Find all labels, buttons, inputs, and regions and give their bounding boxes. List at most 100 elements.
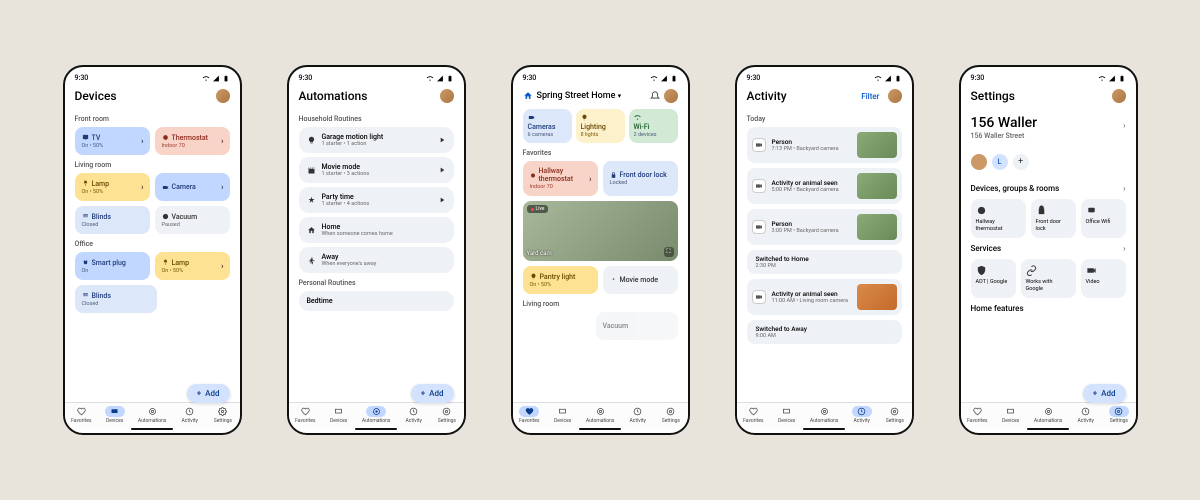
avatar[interactable] bbox=[1112, 89, 1126, 103]
phone-automations: 9:30 Automations Household Routines Gara… bbox=[287, 65, 466, 435]
phone-favorites: 9:30 Spring Street Home ▾ Cameras6 camer… bbox=[511, 65, 690, 435]
expand-icon[interactable]: ⛶ bbox=[664, 247, 674, 257]
nav-activity[interactable]: Activity bbox=[180, 406, 200, 424]
nav-settings[interactable]: Settings bbox=[885, 406, 905, 424]
nav-devices[interactable]: Devices bbox=[105, 406, 125, 424]
activity-animal-1[interactable]: Activity or animal seen5:00 PM • Backyar… bbox=[747, 168, 902, 204]
member-avatar[interactable] bbox=[971, 154, 987, 170]
add-member-button[interactable]: + bbox=[1013, 154, 1029, 170]
play-icon[interactable] bbox=[438, 136, 446, 144]
nav-automations[interactable]: Automations bbox=[362, 406, 391, 424]
avatar[interactable] bbox=[664, 89, 678, 103]
category-wifi[interactable]: Wi-Fi2 devices bbox=[629, 109, 678, 143]
device-office-wifi[interactable]: Office Wifi bbox=[1081, 199, 1126, 238]
personal-routines-label: Personal Routines bbox=[299, 279, 454, 287]
nav-favorites[interactable]: Favorites bbox=[519, 406, 539, 424]
nav-devices[interactable]: Devices bbox=[777, 406, 797, 424]
device-hallway-thermostat[interactable]: Hallway thermostat bbox=[971, 199, 1026, 238]
tile-smart-plug[interactable]: Smart plugOn bbox=[75, 252, 150, 280]
status-time: 9:30 bbox=[75, 74, 89, 82]
tile-vacuum[interactable]: VacuumPaused bbox=[155, 206, 230, 234]
nav-activity[interactable]: Activity bbox=[628, 406, 648, 424]
nav-activity[interactable]: Activity bbox=[404, 406, 424, 424]
header: Spring Street Home ▾ bbox=[513, 85, 688, 109]
tile-blinds[interactable]: BlindsClosed bbox=[75, 206, 150, 234]
nav-settings[interactable]: Settings bbox=[213, 406, 233, 424]
tile-blinds-office[interactable]: BlindsClosed bbox=[75, 285, 157, 313]
nav-settings[interactable]: Settings bbox=[437, 406, 457, 424]
nav-devices[interactable]: Devices bbox=[329, 406, 349, 424]
activity-person-1[interactable]: Person7:13 PM • Backyard camera bbox=[747, 127, 902, 163]
routine-garage[interactable]: Garage motion light1 starter • 1 action bbox=[299, 127, 454, 153]
tile-camera[interactable]: Camera› bbox=[155, 173, 230, 201]
service-adt[interactable]: ADT | Google bbox=[971, 259, 1016, 298]
category-lighting[interactable]: Lighting8 lights bbox=[576, 109, 625, 143]
routine-movie[interactable]: Movie mode1 starter • 3 actions bbox=[299, 157, 454, 183]
nav-activity[interactable]: Activity bbox=[1076, 406, 1096, 424]
home-icon bbox=[307, 226, 316, 235]
nav-favorites[interactable]: Favorites bbox=[295, 406, 315, 424]
nav-favorites[interactable]: Favorites bbox=[71, 406, 91, 424]
wifi-icon bbox=[634, 114, 641, 121]
nav-devices[interactable]: Devices bbox=[553, 406, 573, 424]
nav-automations[interactable]: Automations bbox=[138, 406, 167, 424]
add-button[interactable]: +Add bbox=[411, 384, 454, 403]
tile-thermostat[interactable]: ThermostatIndoor 70› bbox=[155, 127, 230, 155]
play-icon[interactable] bbox=[438, 166, 446, 174]
tile-vacuum-fav[interactable]: Vacuum bbox=[596, 312, 678, 340]
nav-settings[interactable]: Settings bbox=[661, 406, 681, 424]
services-row[interactable]: Services› bbox=[971, 238, 1126, 259]
nav-automations[interactable]: Automations bbox=[586, 406, 615, 424]
play-icon[interactable] bbox=[438, 196, 446, 204]
camera-icon bbox=[162, 184, 169, 191]
add-button[interactable]: +Add bbox=[187, 384, 230, 403]
home-selector[interactable]: Spring Street Home ▾ bbox=[537, 91, 646, 101]
activity-animal-2[interactable]: Activity or animal seen11:00 AM • Living… bbox=[747, 279, 902, 315]
activity-switched-home[interactable]: Switched to Home2:30 PM bbox=[747, 250, 902, 274]
camera-icon bbox=[752, 290, 766, 304]
nav-automations[interactable]: Automations bbox=[1034, 406, 1063, 424]
home-address-row[interactable]: 156 Waller156 Waller Street› bbox=[971, 109, 1126, 146]
tile-movie-mode[interactable]: Movie mode bbox=[603, 266, 678, 294]
tile-front-door-lock[interactable]: Front door lockLocked bbox=[603, 161, 678, 196]
device-front-door-lock[interactable]: Front door lock bbox=[1031, 199, 1076, 238]
routine-away[interactable]: AwayWhen everyone's away bbox=[299, 247, 454, 273]
nav-automations[interactable]: Automations bbox=[810, 406, 839, 424]
service-works-with[interactable]: Works with Google bbox=[1021, 259, 1076, 298]
nav-favorites[interactable]: Favorites bbox=[743, 406, 763, 424]
nav-settings[interactable]: Settings bbox=[1109, 406, 1129, 424]
activity-switched-away[interactable]: Switched to Away9:00 AM bbox=[747, 320, 902, 344]
tile-tv[interactable]: TVOn • 50%› bbox=[75, 127, 150, 155]
camera-preview[interactable]: Live Yard cam ⛶ bbox=[523, 201, 678, 261]
camera-label: Yard cam bbox=[527, 250, 552, 257]
blinds-icon bbox=[82, 213, 89, 220]
member-avatar-l[interactable]: L bbox=[992, 154, 1008, 170]
plus-icon: + bbox=[421, 389, 425, 398]
lock-icon bbox=[610, 172, 617, 179]
activity-person-2[interactable]: Person3:00 PM • Backyard camera bbox=[747, 209, 902, 245]
home-features-row[interactable]: Home features bbox=[971, 298, 1126, 319]
tile-pantry-light[interactable]: Pantry lightOn • 50% bbox=[523, 266, 598, 294]
camera-icon bbox=[752, 179, 766, 193]
avatar[interactable] bbox=[440, 89, 454, 103]
nav-favorites[interactable]: Favorites bbox=[967, 406, 987, 424]
routine-party[interactable]: Party time1 starter • 4 actions bbox=[299, 187, 454, 213]
avatar[interactable] bbox=[888, 89, 902, 103]
routine-bedtime[interactable]: Bedtime bbox=[299, 291, 454, 311]
phone-devices: 9:30 Devices Front room TVOn • 50%› Ther… bbox=[63, 65, 242, 435]
tile-lamp[interactable]: LampOn • 50%› bbox=[75, 173, 150, 201]
filter-link[interactable]: Filter bbox=[861, 92, 879, 101]
bell-icon[interactable] bbox=[650, 91, 660, 101]
devices-groups-row[interactable]: Devices, groups & rooms› bbox=[971, 178, 1126, 199]
chevron-right-icon: › bbox=[1123, 244, 1125, 253]
category-cameras[interactable]: Cameras6 cameras bbox=[523, 109, 572, 143]
nav-devices[interactable]: Devices bbox=[1001, 406, 1021, 424]
lamp-icon bbox=[162, 259, 169, 266]
tile-lamp-office[interactable]: LampOn • 50%› bbox=[155, 252, 230, 280]
nav-activity[interactable]: Activity bbox=[852, 406, 872, 424]
add-button[interactable]: +Add bbox=[1083, 384, 1126, 403]
avatar[interactable] bbox=[216, 89, 230, 103]
service-video[interactable]: Video bbox=[1081, 259, 1126, 298]
tile-hallway-thermostat[interactable]: Hallway thermostatIndoor 70› bbox=[523, 161, 598, 196]
routine-home[interactable]: HomeWhen someone comes home bbox=[299, 217, 454, 243]
